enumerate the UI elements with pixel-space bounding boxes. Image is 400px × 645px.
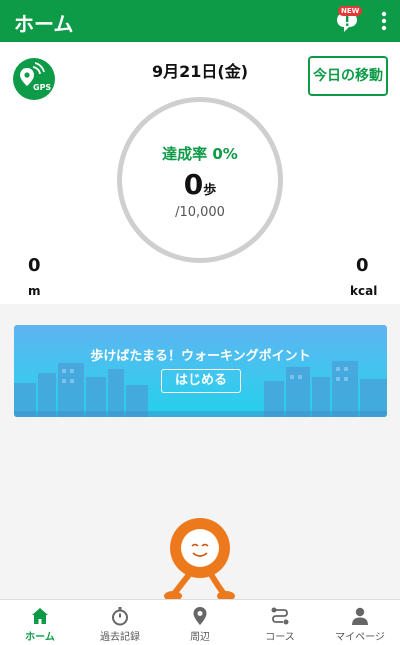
more-options-icon[interactable] <box>374 9 394 33</box>
nav-label-nearby: 周辺 <box>190 632 210 643</box>
route-icon <box>271 607 289 625</box>
new-badge: NEW <box>338 6 363 16</box>
banner-title: 歩けばたまる！ウォーキングポイント <box>90 349 311 364</box>
mascot-illustration <box>164 518 235 601</box>
person-icon <box>352 607 368 625</box>
nav-item-nearby[interactable]: 周辺 <box>160 600 240 645</box>
steps-value: 0 <box>183 168 204 201</box>
nav-item-home[interactable]: ホーム <box>0 600 80 645</box>
banner-start-button[interactable]: はじめる <box>161 369 241 393</box>
nav-item-mypage[interactable]: マイページ <box>320 600 400 645</box>
today-move-button[interactable]: 今日の移動 <box>308 56 388 96</box>
achievement-rate: 達成率 0% <box>162 145 238 163</box>
distance-unit: m <box>28 284 41 298</box>
page-title: ホーム <box>14 12 74 36</box>
step-goal: /10,000 <box>175 205 225 220</box>
nav-item-history[interactable]: 過去記録 <box>80 600 160 645</box>
nav-label-mypage: マイページ <box>335 632 385 643</box>
stopwatch-icon <box>112 607 128 626</box>
walking-points-banner[interactable]: 歩けばたまる！ウォーキングポイント はじめる <box>14 325 387 417</box>
nav-label-course: コース <box>265 632 295 643</box>
home-icon <box>32 608 48 624</box>
nav-item-course[interactable]: コース <box>240 600 320 645</box>
bottom-navigation: ホーム 過去記録 周辺 コース マイページ <box>0 599 400 645</box>
calories-unit: kcal <box>350 284 378 298</box>
gps-label: GPS <box>33 83 52 92</box>
calories-value: 0 <box>356 255 369 276</box>
steps-unit: 歩 <box>203 183 217 198</box>
nav-label-home: ホーム <box>25 632 55 643</box>
nav-label-history: 過去記録 <box>100 632 140 643</box>
app-bar: ホーム NEW <box>0 0 400 42</box>
map-pin-icon <box>193 607 207 625</box>
step-count: 0歩 <box>0 168 400 201</box>
distance-value: 0 <box>28 255 41 276</box>
